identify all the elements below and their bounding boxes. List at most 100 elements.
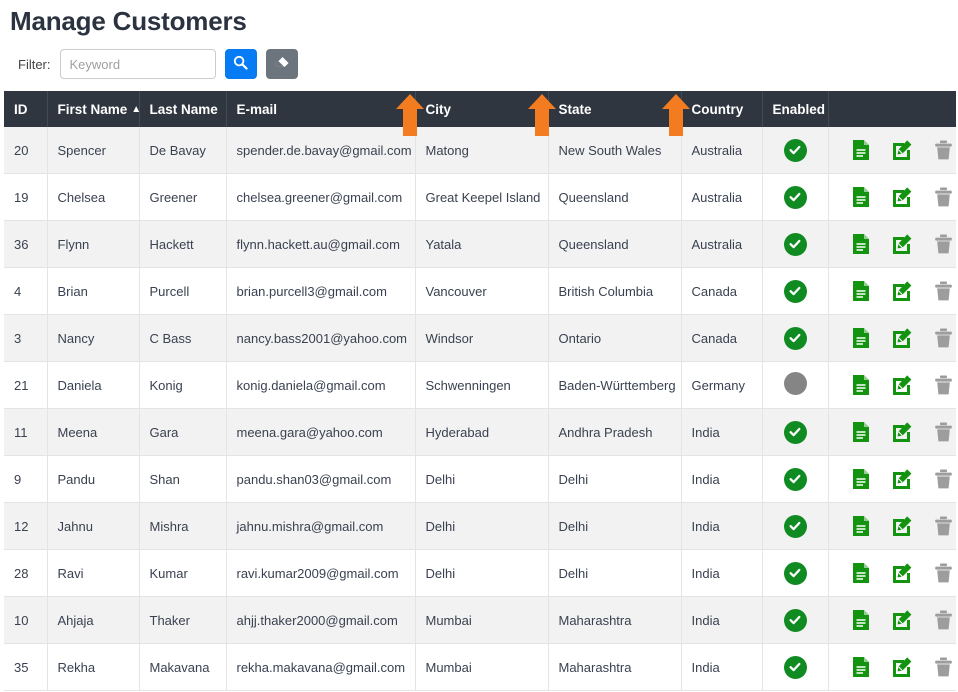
check-circle-icon (784, 327, 807, 350)
cell-enabled[interactable] (762, 597, 828, 644)
view-details-icon[interactable] (851, 327, 871, 349)
table-row[interactable]: 11MeenaGarameena.gara@yahoo.comHyderabad… (4, 409, 956, 456)
cell-country: India (681, 644, 762, 691)
view-details-icon[interactable] (851, 421, 871, 443)
column-header-enabled[interactable]: Enabled (762, 91, 828, 127)
table-row[interactable]: 21DanielaKonigkonig.daniela@gmail.comSch… (4, 362, 956, 409)
table-row[interactable]: 3NancyC Bassnancy.bass2001@yahoo.comWind… (4, 315, 956, 362)
edit-icon[interactable] (891, 515, 913, 537)
cell-enabled[interactable] (762, 221, 828, 268)
column-header-state[interactable]: State (548, 91, 681, 127)
edit-icon[interactable] (891, 233, 913, 255)
cell-enabled[interactable] (762, 127, 828, 174)
view-details-icon[interactable] (851, 656, 871, 678)
table-row[interactable]: 28RaviKumarravi.kumar2009@gmail.comDelhi… (4, 550, 956, 597)
cell-last-name: Purcell (139, 268, 226, 315)
table-row[interactable]: 20SpencerDe Bavayspender.de.bavay@gmail.… (4, 127, 956, 174)
check-circle-icon (784, 609, 807, 632)
cell-actions (828, 268, 956, 315)
cell-enabled[interactable] (762, 456, 828, 503)
table-row[interactable]: 4BrianPurcellbrian.purcell3@gmail.comVan… (4, 268, 956, 315)
cell-enabled[interactable] (762, 268, 828, 315)
cell-actions (828, 644, 956, 691)
check-circle-icon (784, 656, 807, 679)
edit-icon[interactable] (891, 280, 913, 302)
cell-enabled[interactable] (762, 644, 828, 691)
cell-id: 36 (4, 221, 47, 268)
cell-enabled[interactable] (762, 550, 828, 597)
table-row[interactable]: 35RekhaMakavanarekha.makavana@gmail.comM… (4, 644, 956, 691)
table-row[interactable]: 12JahnuMishrajahnu.mishra@gmail.comDelhi… (4, 503, 956, 550)
cell-last-name: Kumar (139, 550, 226, 597)
table-header: ID First Name▲ Last Name E-mail City Sta… (4, 91, 956, 127)
cell-id: 20 (4, 127, 47, 174)
cell-actions (828, 503, 956, 550)
table-row[interactable]: 9PanduShanpandu.shan03@gmail.comDelhiDel… (4, 456, 956, 503)
cell-id: 28 (4, 550, 47, 597)
column-header-first-name[interactable]: First Name▲ (47, 91, 139, 127)
view-details-icon[interactable] (851, 374, 871, 396)
search-button[interactable] (225, 49, 257, 79)
cell-city: Yatala (415, 221, 548, 268)
cell-id: 12 (4, 503, 47, 550)
cell-country: Germany (681, 362, 762, 409)
row-action-group (839, 468, 947, 490)
edit-icon[interactable] (891, 327, 913, 349)
edit-icon[interactable] (891, 186, 913, 208)
delete-icon[interactable] (933, 562, 954, 584)
edit-icon[interactable] (891, 374, 913, 396)
delete-icon[interactable] (933, 374, 954, 396)
column-header-last-name[interactable]: Last Name (139, 91, 226, 127)
view-details-icon[interactable] (851, 468, 871, 490)
delete-icon[interactable] (933, 280, 954, 302)
row-action-group (839, 421, 947, 443)
edit-icon[interactable] (891, 468, 913, 490)
cell-enabled[interactable] (762, 315, 828, 362)
delete-icon[interactable] (933, 233, 954, 255)
view-details-icon[interactable] (851, 562, 871, 584)
edit-icon[interactable] (891, 656, 913, 678)
column-header-email[interactable]: E-mail (226, 91, 415, 127)
check-circle-icon (784, 421, 807, 444)
table-row[interactable]: 10AhjajaThakerahjj.thaker2000@gmail.comM… (4, 597, 956, 644)
edit-icon[interactable] (891, 139, 913, 161)
column-header-id[interactable]: ID (4, 91, 47, 127)
cell-enabled[interactable] (762, 174, 828, 221)
edit-icon[interactable] (891, 421, 913, 443)
delete-icon[interactable] (933, 609, 954, 631)
cell-country: India (681, 456, 762, 503)
row-action-group (839, 374, 947, 396)
check-circle-icon (784, 186, 807, 209)
cell-country: Canada (681, 268, 762, 315)
edit-icon[interactable] (891, 609, 913, 631)
view-details-icon[interactable] (851, 233, 871, 255)
cell-last-name: C Bass (139, 315, 226, 362)
cell-email: brian.purcell3@gmail.com (226, 268, 415, 315)
clear-filter-button[interactable] (266, 49, 298, 79)
view-details-icon[interactable] (851, 280, 871, 302)
delete-icon[interactable] (933, 186, 954, 208)
column-header-country[interactable]: Country (681, 91, 762, 127)
cell-last-name: Greener (139, 174, 226, 221)
delete-icon[interactable] (933, 421, 954, 443)
view-details-icon[interactable] (851, 139, 871, 161)
customers-table-container: ID First Name▲ Last Name E-mail City Sta… (4, 91, 956, 691)
cell-enabled[interactable] (762, 362, 828, 409)
view-details-icon[interactable] (851, 515, 871, 537)
table-row[interactable]: 19ChelseaGreenerchelsea.greener@gmail.co… (4, 174, 956, 221)
search-input[interactable] (60, 49, 216, 79)
view-details-icon[interactable] (851, 609, 871, 631)
cell-enabled[interactable] (762, 503, 828, 550)
column-header-city[interactable]: City (415, 91, 548, 127)
cell-last-name: Shan (139, 456, 226, 503)
delete-icon[interactable] (933, 515, 954, 537)
cell-enabled[interactable] (762, 409, 828, 456)
delete-icon[interactable] (933, 468, 954, 490)
delete-icon[interactable] (933, 327, 954, 349)
row-action-group (839, 327, 947, 349)
edit-icon[interactable] (891, 562, 913, 584)
delete-icon[interactable] (933, 139, 954, 161)
table-row[interactable]: 36FlynnHackettflynn.hackett.au@gmail.com… (4, 221, 956, 268)
view-details-icon[interactable] (851, 186, 871, 208)
delete-icon[interactable] (933, 656, 954, 678)
